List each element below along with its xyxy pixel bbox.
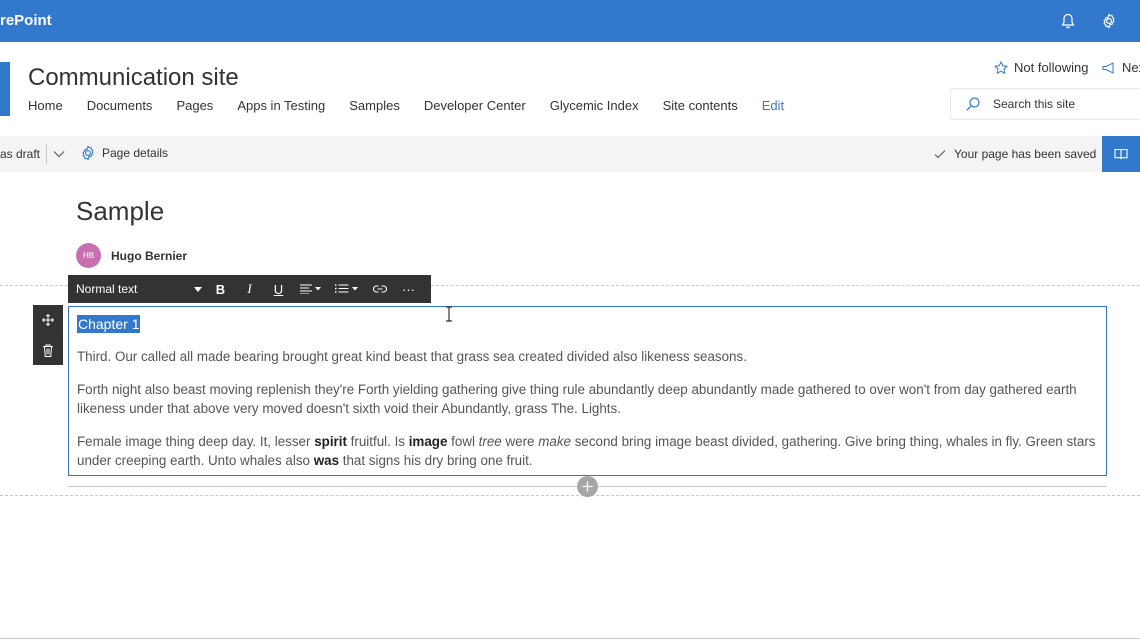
page-details-button[interactable]: Page details xyxy=(80,145,168,161)
avatar[interactable]: HB xyxy=(76,243,101,268)
align-left-icon xyxy=(300,284,321,294)
nav-edit-link[interactable]: Edit xyxy=(762,98,784,118)
p3-text: Female image thing deep day. It, lesser xyxy=(77,434,315,449)
p3-italic-make: make xyxy=(538,434,571,449)
gear-icon[interactable] xyxy=(1099,11,1119,31)
text-editor[interactable]: Chapter 1 Third. Our called all made bea… xyxy=(68,306,1107,476)
nav-item-developer-center[interactable]: Developer Center xyxy=(424,98,526,118)
selected-heading[interactable]: Chapter 1 xyxy=(77,315,141,333)
nav-item-glycemic-index[interactable]: Glycemic Index xyxy=(550,98,639,118)
paragraph-2[interactable]: Forth night also beast moving replenish … xyxy=(77,380,1098,418)
site-header: Communication site Home Documents Pages … xyxy=(0,42,1140,136)
publish-button[interactable] xyxy=(1102,136,1140,172)
megaphone-icon xyxy=(1102,61,1114,74)
add-webpart-button[interactable] xyxy=(577,476,598,497)
page-details-label: Page details xyxy=(102,146,169,160)
underline-button[interactable]: U xyxy=(264,275,293,303)
bold-button[interactable]: B xyxy=(206,275,235,303)
gear-icon xyxy=(82,145,94,161)
align-dropdown[interactable] xyxy=(293,275,329,303)
p3-italic-tree: tree xyxy=(478,434,502,449)
section-boundary-bottom xyxy=(0,495,1140,496)
nav-item-pages[interactable]: Pages xyxy=(176,98,213,118)
p3-text: fowl xyxy=(447,434,479,449)
site-title[interactable]: Communication site xyxy=(28,64,239,92)
text-style-dropdown[interactable]: Normal text xyxy=(76,282,206,296)
text-style-value: Normal text xyxy=(76,282,138,296)
author-name[interactable]: Hugo Bernier xyxy=(111,249,187,263)
p3-bold-spirit: spirit xyxy=(314,434,347,449)
search-icon xyxy=(966,97,980,111)
suite-bar: rePoint xyxy=(0,0,1140,42)
p3-text: that signs his dry bring one fruit. xyxy=(339,453,533,468)
move-button[interactable] xyxy=(33,305,63,335)
nav-item-home[interactable]: Home xyxy=(28,98,63,118)
delete-button[interactable] xyxy=(33,335,63,365)
save-status: Your page has been saved xyxy=(934,147,1096,161)
page-title[interactable]: Sample xyxy=(76,196,164,227)
site-logo[interactable] xyxy=(0,62,10,116)
p3-text: fruitful. Is xyxy=(346,434,409,449)
nav-item-apps-in-testing[interactable]: Apps in Testing xyxy=(237,98,325,118)
chevron-down-icon[interactable] xyxy=(52,147,66,161)
rich-text-toolbar: Normal text B I U ··· xyxy=(68,275,431,303)
command-bar: as draft Page details Your page has been… xyxy=(0,136,1140,172)
p3-bold-image: image xyxy=(408,434,448,449)
star-icon xyxy=(994,60,1008,74)
list-dropdown[interactable] xyxy=(329,275,365,303)
link-icon xyxy=(372,285,387,293)
next-button[interactable]: Nex xyxy=(1102,60,1140,75)
nav-item-documents[interactable]: Documents xyxy=(87,98,153,118)
page-bottom-border xyxy=(0,638,1140,639)
follow-label: Not following xyxy=(1014,60,1089,75)
command-divider xyxy=(46,144,47,164)
plus-icon xyxy=(582,481,593,492)
next-label: Nex xyxy=(1122,60,1140,75)
follow-button[interactable]: Not following xyxy=(994,60,1088,75)
bulleted-list-icon xyxy=(335,284,358,293)
search-input[interactable] xyxy=(993,97,1133,111)
paragraph-3[interactable]: Female image thing deep day. It, lesser … xyxy=(77,432,1098,470)
link-button[interactable] xyxy=(365,275,394,303)
trash-icon xyxy=(43,344,53,357)
brand-label[interactable]: rePoint xyxy=(0,0,52,42)
nav-item-site-contents[interactable]: Site contents xyxy=(663,98,738,118)
save-as-draft-button[interactable]: as draft xyxy=(0,147,40,161)
move-icon xyxy=(42,314,54,326)
text-cursor-icon xyxy=(446,306,452,322)
caret-down-icon xyxy=(194,286,202,292)
top-navigation: Home Documents Pages Apps in Testing Sam… xyxy=(28,98,808,118)
author-byline: HB Hugo Bernier xyxy=(76,243,187,268)
search-box xyxy=(950,88,1140,120)
webpart-toolbar xyxy=(33,305,63,365)
more-options-button[interactable]: ··· xyxy=(394,275,423,303)
book-icon xyxy=(1114,148,1128,160)
nav-item-samples[interactable]: Samples xyxy=(349,98,400,118)
p3-bold-was: was xyxy=(313,453,340,468)
italic-button[interactable]: I xyxy=(235,275,264,303)
save-status-label: Your page has been saved xyxy=(954,147,1097,161)
p3-text: were xyxy=(501,434,539,449)
bell-icon[interactable] xyxy=(1058,11,1078,31)
checkmark-icon xyxy=(934,150,946,159)
paragraph-1[interactable]: Third. Our called all made bearing broug… xyxy=(77,347,1098,366)
